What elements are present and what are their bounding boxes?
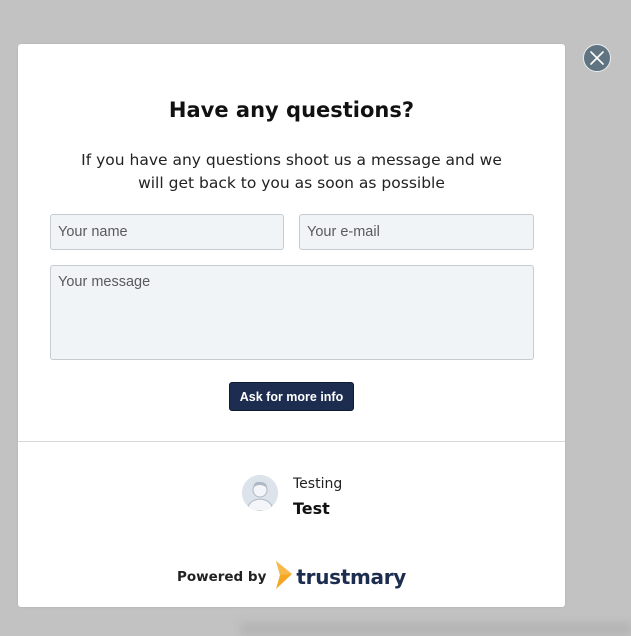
trustmary-brand-link[interactable]: trustmary xyxy=(275,560,406,595)
reviewer-name: Test xyxy=(293,499,330,518)
close-button[interactable] xyxy=(583,44,611,72)
contact-modal: Have any questions? If you have any ques… xyxy=(18,44,565,607)
trustmary-logo-icon xyxy=(275,560,293,595)
user-avatar-icon xyxy=(242,475,278,511)
powered-by-text: Powered by xyxy=(176,569,267,585)
background-shadow xyxy=(240,622,631,636)
reviewer-label: Testing xyxy=(293,476,343,492)
message-textarea[interactable] xyxy=(50,265,534,360)
email-input[interactable] xyxy=(299,214,534,250)
close-icon xyxy=(590,51,604,65)
brand-name: trustmary xyxy=(296,565,407,589)
modal-title: Have any questions? xyxy=(168,98,415,122)
powered-by-footer: Powered by trustmary xyxy=(18,560,565,595)
modal-subtitle: If you have any questions shoot us a mes… xyxy=(81,151,502,192)
divider xyxy=(18,441,565,442)
ask-for-more-info-button[interactable]: Ask for more info xyxy=(229,382,354,411)
name-input[interactable] xyxy=(50,214,284,250)
